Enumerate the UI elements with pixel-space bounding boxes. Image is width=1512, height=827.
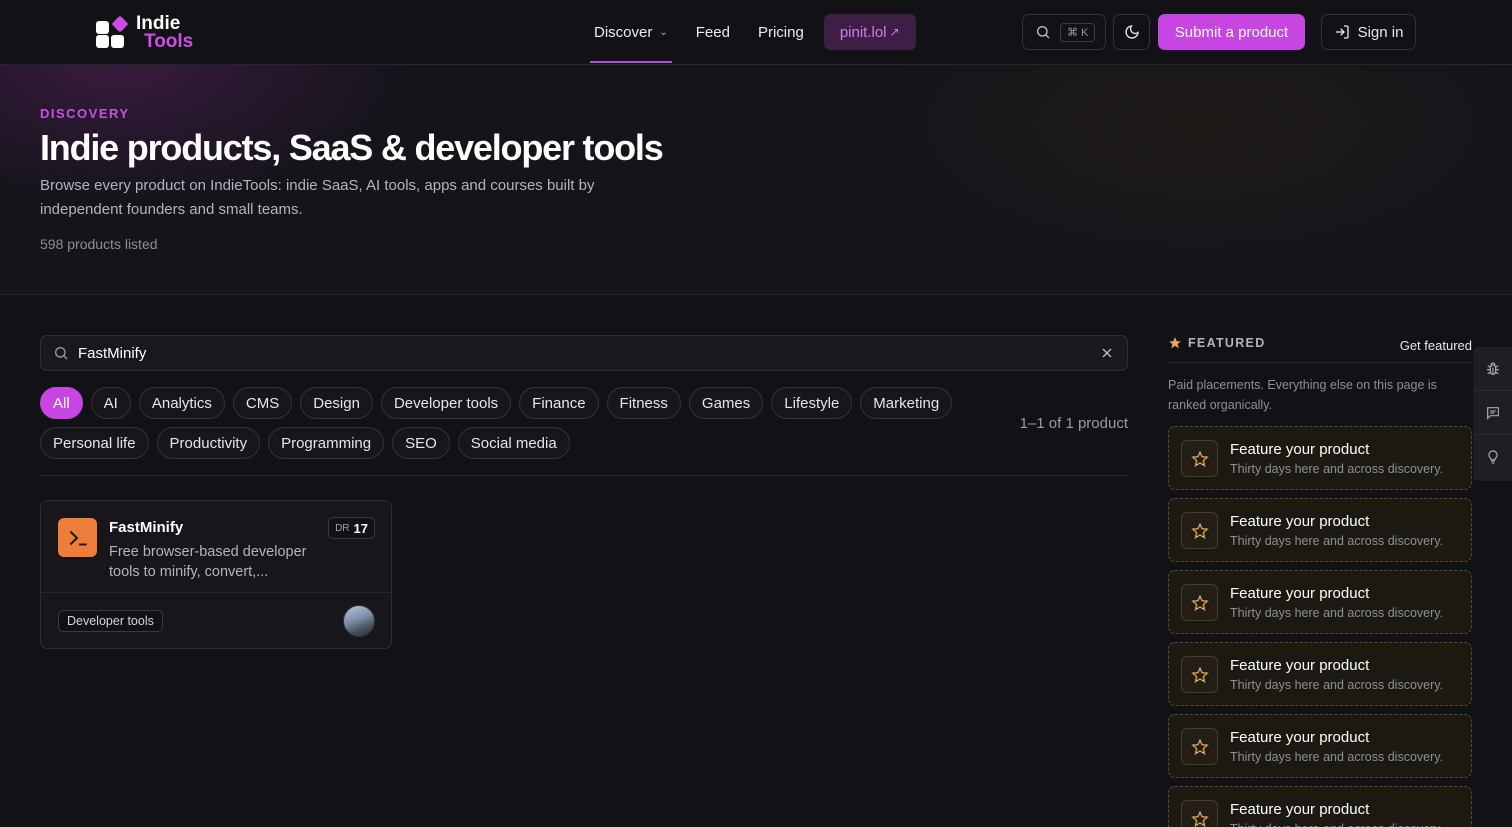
star-outline-icon xyxy=(1181,656,1218,693)
get-featured-link[interactable]: Get featured xyxy=(1400,338,1472,353)
search-icon xyxy=(1037,26,1050,39)
featured-slot[interactable]: Feature your product Thirty days here and… xyxy=(1168,786,1472,827)
featured-slot-subtitle: Thirty days here and across discovery. xyxy=(1230,462,1444,476)
message-icon xyxy=(1486,406,1499,420)
lightbulb-icon xyxy=(1487,450,1498,464)
category-chip[interactable]: Finance xyxy=(519,387,599,419)
nav-discover[interactable]: Discover ⌄ xyxy=(580,14,682,63)
search-input[interactable] xyxy=(78,344,1058,362)
featured-slot-subtitle: Thirty days here and across discovery. xyxy=(1230,606,1444,620)
category-chip[interactable]: CMS xyxy=(232,387,293,419)
moon-icon xyxy=(1124,25,1139,39)
star-outline-icon xyxy=(1181,728,1218,765)
avatar[interactable] xyxy=(343,605,375,637)
logo[interactable]: Indie Tools xyxy=(96,14,206,52)
featured-slot-subtitle: Thirty days here and across discovery. xyxy=(1230,678,1444,692)
submit-product-button[interactable]: Submit a product xyxy=(1158,14,1305,50)
clear-search-icon[interactable] xyxy=(1099,345,1115,361)
featured-title-label: FEATURED xyxy=(1188,336,1266,350)
featured-slot[interactable]: Feature your product Thirty days here and… xyxy=(1168,426,1472,490)
sign-in-icon xyxy=(1335,25,1349,39)
logo-mark-icon xyxy=(96,15,129,48)
page-title: Indie products, SaaS & developer tools xyxy=(40,127,664,168)
featured-slot[interactable]: Feature your product Thirty days here and… xyxy=(1168,498,1472,562)
category-chip[interactable]: SEO xyxy=(392,427,450,459)
featured-slot-subtitle: Thirty days here and across discovery. xyxy=(1230,750,1444,764)
featured-title: FEATURED xyxy=(1168,336,1266,350)
category-chip[interactable]: Marketing xyxy=(860,387,953,419)
domain-rating-badge: DR 17 xyxy=(328,517,375,539)
featured-slot-title: Feature your product xyxy=(1230,657,1370,674)
hero-eyebrow: DISCOVERY xyxy=(40,106,130,121)
category-chip[interactable]: All xyxy=(40,387,83,419)
featured-header: FEATURED Get featured xyxy=(1168,335,1472,363)
products-count: 598 products listed xyxy=(40,236,158,252)
sign-in-button[interactable]: Sign in xyxy=(1321,14,1416,50)
search-button[interactable]: ⌘ K xyxy=(1022,14,1106,50)
nav-pricing[interactable]: Pricing xyxy=(744,14,818,50)
nav-external-link[interactable]: pinit.lol ↗ xyxy=(823,14,916,50)
featured-slot[interactable]: Feature your product Thirty days here and… xyxy=(1168,714,1472,778)
category-chip[interactable]: Games xyxy=(688,387,764,419)
star-outline-icon xyxy=(1181,584,1218,621)
product-description: Free browser-based developer tools to mi… xyxy=(109,544,307,580)
category-chip[interactable]: Fitness xyxy=(606,387,681,419)
main-nav: Discover ⌄ Feed Pricing pinit.lol ↗ xyxy=(580,14,916,63)
featured-slot-subtitle: Thirty days here and across discovery. xyxy=(1230,822,1443,827)
product-search xyxy=(40,335,1128,371)
star-outline-icon xyxy=(1181,440,1218,477)
star-icon xyxy=(1169,337,1181,349)
star-outline-icon xyxy=(1181,512,1218,549)
logo-text: Indie Tools xyxy=(136,14,194,52)
feedback-button[interactable] xyxy=(1473,391,1512,435)
site-header: Indie Tools Discover ⌄ Feed Pricing pini… xyxy=(0,0,1512,65)
side-toolbar xyxy=(1473,347,1512,481)
dr-value: 17 xyxy=(353,520,368,536)
theme-toggle-button[interactable] xyxy=(1113,14,1150,50)
category-chip[interactable]: AI xyxy=(90,387,131,419)
search-shortcut: ⌘ K xyxy=(1060,22,1096,42)
category-chip[interactable]: Design xyxy=(300,387,373,419)
terminal-icon xyxy=(58,518,97,557)
nav-feed[interactable]: Feed xyxy=(682,14,744,50)
hero-description: Browse every product on IndieTools: indi… xyxy=(40,177,595,218)
idea-button[interactable] xyxy=(1473,435,1512,479)
star-outline-icon xyxy=(1181,800,1218,827)
featured-slots: Feature your product Thirty days here and… xyxy=(1168,426,1472,827)
product-card[interactable]: FastMinify Free browser-based developer … xyxy=(40,500,392,649)
divider xyxy=(40,475,1128,476)
search-icon xyxy=(55,347,68,360)
logo-line2: Tools xyxy=(144,31,194,52)
featured-slot-title: Feature your product xyxy=(1230,513,1370,530)
featured-slot[interactable]: Feature your product Thirty days here and… xyxy=(1168,570,1472,634)
sign-in-label: Sign in xyxy=(1357,23,1404,41)
featured-slot-title: Feature your product xyxy=(1230,729,1370,746)
category-chip[interactable]: Programming xyxy=(268,427,385,459)
featured-slot-subtitle: Thirty days here and across discovery. xyxy=(1230,534,1444,548)
category-filters: All AI Analytics CMS Design Developer tools Fi… xyxy=(40,387,980,459)
product-name[interactable]: FastMinify xyxy=(109,519,183,536)
category-chip[interactable]: Analytics xyxy=(138,387,225,419)
category-chip[interactable]: Personal life xyxy=(40,427,149,459)
nav-discover-label: Discover xyxy=(594,23,653,41)
featured-slot-title: Feature your product xyxy=(1230,585,1370,602)
chevron-down-icon: ⌄ xyxy=(659,26,668,38)
bug-icon xyxy=(1486,361,1499,375)
bug-report-button[interactable] xyxy=(1473,347,1512,391)
nav-external-label: pinit.lol xyxy=(839,23,887,41)
external-link-icon: ↗ xyxy=(889,25,900,39)
featured-note: Paid placements. Everything else on this… xyxy=(1168,378,1437,412)
results-count: 1–1 of 1 product xyxy=(1019,415,1128,432)
category-chip[interactable]: Social media xyxy=(457,427,570,459)
hero-section: DISCOVERY Indie products, SaaS & develop… xyxy=(0,65,1512,295)
dr-label: DR xyxy=(335,522,350,534)
category-chip[interactable]: Lifestyle xyxy=(771,387,853,419)
product-category-tag[interactable]: Developer tools xyxy=(58,610,163,632)
category-chip[interactable]: Productivity xyxy=(156,427,261,459)
featured-slot-title: Feature your product xyxy=(1230,801,1370,818)
card-divider xyxy=(41,592,391,593)
category-chip[interactable]: Developer tools xyxy=(380,387,512,419)
featured-slot-title: Feature your product xyxy=(1230,441,1370,458)
featured-slot[interactable]: Feature your product Thirty days here and… xyxy=(1168,642,1472,706)
